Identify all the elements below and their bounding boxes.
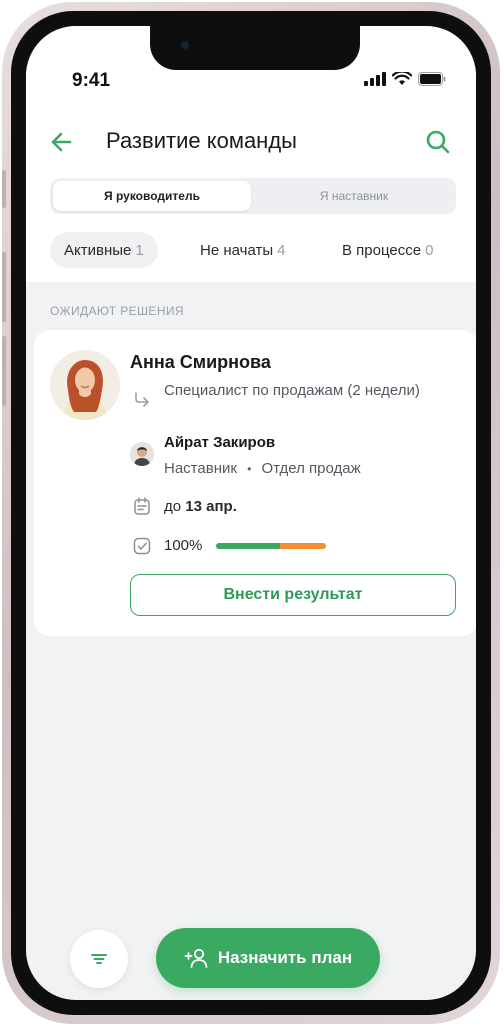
app-header: Развитие команды [26,124,476,160]
checkbox-icon [133,537,151,555]
deadline-date: 13 апр. [185,498,237,515]
deadline: до 13 апр. [164,498,237,515]
tab-label: Не начаты [200,241,274,259]
tab-not-started[interactable]: Не начаты 4 [200,232,285,268]
tab-in-progress[interactable]: В процессе 0 [342,232,433,268]
calendar-icon [134,497,150,515]
battery-icon [418,72,446,86]
status-icons [364,72,446,86]
section-label: ОЖИДАЮТ РЕШЕНИЯ [50,304,184,318]
side-button [2,170,6,208]
role-toggle: Я руководитель Я наставник [50,178,456,214]
signal-icon [364,72,386,86]
enter-result-button[interactable]: Внести результат [130,574,456,616]
tab-count: 0 [425,241,434,259]
filter-button[interactable] [70,930,128,988]
mentor-department: Отдел продаж [261,460,361,477]
phone-frame: 9:41 Развитие команды Я руководитель Я н… [2,2,500,1024]
tab-label: Активные [64,241,132,259]
progress-label: 100% [164,537,203,554]
assign-plan-label: Назначить план [217,948,353,967]
tab-active[interactable]: Активные 1 [50,232,158,268]
avatar [50,350,120,420]
progress-fill-green [216,543,280,549]
subdirectory-arrow-icon [135,392,149,407]
employee-role: Специалист по продажам (2 недели) [164,382,420,399]
add-user-icon [184,948,208,968]
deadline-prefix: до [164,498,182,515]
filter-tabs: Активные 1 Не начаты 4 В процессе 0 [50,232,476,268]
tab-count: 1 [135,241,144,259]
camera-icon [178,38,192,52]
screen: 9:41 Развитие команды Я руководитель Я н… [26,26,476,1000]
side-button [2,336,6,406]
separator-dot: • [247,462,252,476]
mentor-name: Айрат Закиров [164,434,276,451]
wifi-icon [392,72,412,85]
assign-plan-button[interactable]: Назначить план [156,928,380,988]
employee-name: Анна Смирнова [130,352,271,372]
page-title: Развитие команды [106,128,297,153]
phone-bezel: 9:41 Развитие команды Я руководитель Я н… [11,11,491,1015]
plan-card: Анна Смирнова Специалист по продажам (2 … [34,330,476,636]
progress-fill-orange [279,543,326,549]
status-time: 9:41 [72,70,111,91]
tab-count: 4 [277,241,286,259]
arrow-left-icon[interactable] [48,128,76,156]
notch [150,26,360,70]
progress-bar [216,543,326,549]
role-option-manager[interactable]: Я руководитель [53,181,251,211]
tab-label: В процессе [342,241,422,259]
mentor-avatar [130,442,154,466]
side-button [2,252,6,322]
mentor-role: Наставник [164,460,237,477]
role-option-mentor[interactable]: Я наставник [255,181,453,211]
search-icon[interactable] [424,128,452,156]
mentor-meta: Наставник • Отдел продаж [164,460,361,477]
filter-icon [91,954,107,964]
